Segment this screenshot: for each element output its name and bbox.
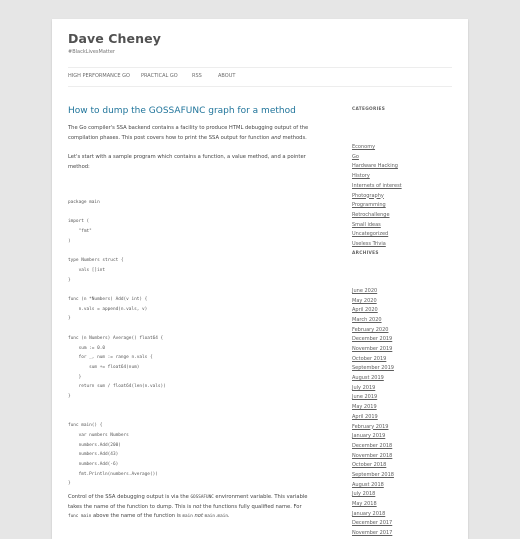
- archive-link[interactable]: December 2017: [352, 520, 392, 526]
- archive-link[interactable]: September 2018: [352, 472, 394, 478]
- code-line: fmt.Println(numbers.Average()): [68, 471, 158, 477]
- intro-line-2: compilation phases. This post covers how…: [68, 134, 272, 141]
- code-line: }: [68, 481, 71, 487]
- category-link[interactable]: History: [352, 173, 370, 179]
- code-line: var numbers Numbers: [68, 432, 129, 438]
- archive-link[interactable]: November 2017: [352, 530, 392, 536]
- archive-link[interactable]: October 2018: [352, 462, 386, 468]
- nav-practical-go[interactable]: PRACTICAL GO: [141, 73, 178, 79]
- code-line: numbers.Add(-6): [68, 461, 119, 467]
- category-link[interactable]: Economy: [352, 144, 375, 150]
- category-link[interactable]: Go: [352, 154, 359, 160]
- code-line: sum += float64(num): [68, 364, 140, 370]
- code-line: package main: [68, 200, 100, 205]
- sample-line-1: Let's start with a sample program which …: [68, 154, 306, 160]
- nav-rss[interactable]: RSS: [192, 73, 202, 79]
- code-line: import (: [68, 219, 90, 225]
- archive-link[interactable]: December 2019: [352, 336, 392, 342]
- categories-title: CATEGORIES: [352, 107, 386, 112]
- archive-link[interactable]: February 2020: [352, 327, 388, 333]
- nav-high-performance-go[interactable]: HIGH PERFORMANCE GO: [68, 73, 130, 79]
- code-line: }: [68, 394, 71, 399]
- archive-link[interactable]: March 2020: [352, 317, 382, 323]
- inline-code-gossafunc: GOSSAFUNC: [190, 495, 214, 500]
- archive-link[interactable]: November 2019: [352, 346, 392, 352]
- archives-title: ARCHIVES: [352, 251, 379, 256]
- control-text: above the name of the function is: [91, 513, 183, 520]
- code-line: }: [68, 374, 82, 380]
- code-line: return sum / float64(len(n.vals)): [68, 384, 166, 390]
- nav-about[interactable]: ABOUT: [218, 73, 235, 79]
- inline-code-main-main: main.main: [204, 514, 228, 520]
- page-container: Dave Cheney #BlackLivesMatter HIGH PERFO…: [52, 19, 468, 539]
- category-link[interactable]: Hardware Hacking: [352, 163, 398, 169]
- code-line: "fmt": [68, 229, 92, 235]
- code-line: numbers.Add(43): [68, 452, 119, 458]
- archive-link[interactable]: June 2020: [352, 288, 377, 294]
- control-text: .: [227, 513, 230, 520]
- inline-code-func-main: func main: [68, 514, 92, 520]
- control-paragraph: Control of the SSA debugging output is v…: [68, 493, 320, 522]
- main-navigation: HIGH PERFORMANCE GO PRACTICAL GO RSS ABO…: [68, 67, 452, 87]
- code-line: sum := 0.0: [68, 345, 106, 351]
- archive-link[interactable]: September 2019: [352, 365, 394, 371]
- control-text: environment variable. This variable: [213, 494, 308, 500]
- code-line: ): [68, 238, 71, 244]
- archive-link[interactable]: November 2018: [352, 453, 392, 459]
- site-description: #BlackLivesMatter: [68, 49, 115, 55]
- post-title[interactable]: How to dump the GOSSAFUNC graph for a me…: [68, 105, 296, 117]
- category-link[interactable]: Internets of interest: [352, 183, 402, 189]
- code-line: numbers.Add(200): [68, 442, 121, 448]
- intro-emphasis: and: [271, 134, 281, 141]
- control-emphasis: not: [192, 513, 205, 520]
- site-title[interactable]: Dave Cheney: [68, 31, 161, 46]
- control-text: the functions fully qualified name. For: [201, 503, 302, 510]
- control-text: takes the name of the function to dump. …: [68, 503, 193, 510]
- code-line: n.vals = append(n.vals, v): [68, 306, 148, 312]
- archive-link[interactable]: January 2018: [352, 511, 385, 517]
- archive-link[interactable]: May 2020: [352, 298, 377, 304]
- archive-link[interactable]: August 2018: [352, 482, 384, 488]
- archive-link[interactable]: April 2019: [352, 414, 378, 420]
- code-line: func (n Numbers) Average() float64 {: [68, 335, 164, 341]
- archive-link[interactable]: October 2019: [352, 356, 386, 362]
- code-line: }: [68, 277, 71, 283]
- control-text: Control of the SSA debugging output is v…: [68, 494, 191, 500]
- category-link[interactable]: Uncategorized: [352, 231, 388, 237]
- category-link[interactable]: Retrochallenge: [352, 212, 390, 218]
- category-link[interactable]: Useless Trivia: [352, 241, 386, 247]
- intro-paragraph: The Go compiler's SSA backend contains a…: [68, 124, 320, 143]
- sample-line-2: method:: [68, 163, 90, 170]
- archive-link[interactable]: June 2019: [352, 394, 377, 400]
- code-line: func (n *Numbers) Add(v int) {: [68, 297, 148, 302]
- intro-line-2-end: methods.: [280, 134, 307, 141]
- sample-paragraph: Let's start with a sample program which …: [68, 153, 320, 172]
- archive-link[interactable]: May 2019: [352, 404, 377, 410]
- archive-link[interactable]: February 2019: [352, 424, 388, 430]
- archive-link[interactable]: December 2018: [352, 443, 392, 449]
- code-line: func main() {: [68, 423, 103, 429]
- archive-link[interactable]: April 2020: [352, 307, 378, 313]
- intro-line-1: The Go compiler's SSA backend contains a…: [68, 125, 309, 131]
- category-link[interactable]: Photography: [352, 193, 384, 199]
- category-link[interactable]: Small ideas: [352, 222, 381, 228]
- code-line: for _, num := range n.vals {: [68, 355, 153, 361]
- archive-link[interactable]: May 2018: [352, 501, 377, 507]
- archive-link[interactable]: July 2019: [352, 385, 375, 391]
- archive-link[interactable]: July 2018: [352, 491, 375, 497]
- archive-link[interactable]: August 2019: [352, 375, 384, 381]
- code-line: }: [68, 316, 71, 322]
- code-line: vals []int: [68, 267, 106, 273]
- category-link[interactable]: Programming: [352, 202, 386, 208]
- code-line: type Numbers struct {: [68, 258, 124, 264]
- archive-link[interactable]: January 2019: [352, 433, 385, 439]
- inline-code-main: main: [182, 514, 193, 520]
